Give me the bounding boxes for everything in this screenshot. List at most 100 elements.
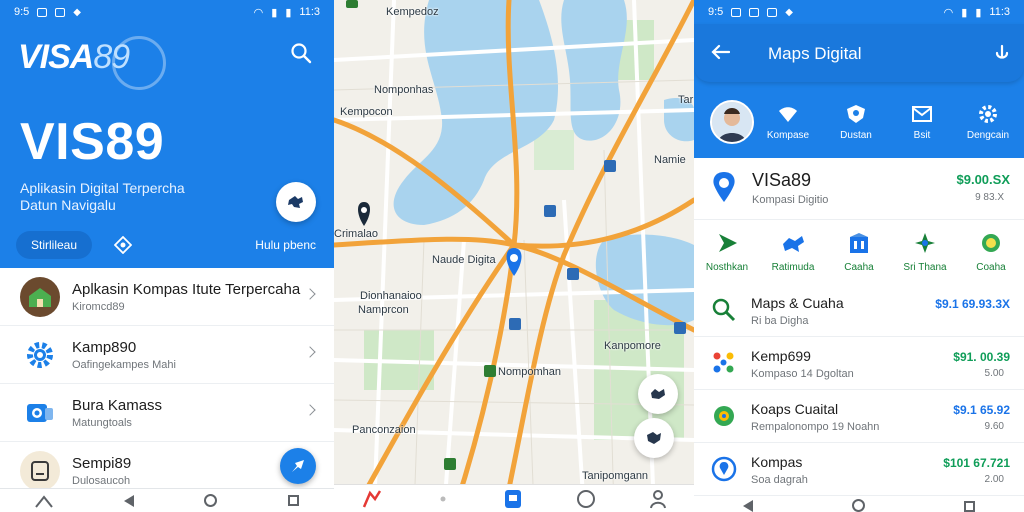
locate-icon bbox=[647, 432, 661, 444]
quick-action-label: Kompase bbox=[766, 130, 810, 141]
map-label: Nomponhas bbox=[374, 84, 434, 96]
system-nav-bar bbox=[0, 488, 334, 512]
person-icon[interactable] bbox=[649, 489, 667, 509]
star-compass-icon bbox=[915, 233, 935, 253]
category-label: Nosthkan bbox=[705, 262, 749, 273]
wifi-small-icon: ◆ bbox=[73, 6, 81, 18]
mic-icon[interactable] bbox=[994, 44, 1010, 64]
quick-action-bsit[interactable]: Bsit bbox=[892, 104, 952, 141]
mail-icon bbox=[912, 106, 932, 122]
item-subtitle: Oafingekampes Mahi bbox=[72, 358, 176, 371]
featured-place[interactable]: VISa89 Kompasi Digitio $9.00.SX 9 83.X bbox=[694, 158, 1024, 220]
house-icon bbox=[29, 287, 51, 307]
avatar bbox=[20, 393, 60, 433]
gear-icon bbox=[27, 341, 53, 368]
chevron-right-icon bbox=[304, 288, 316, 300]
map-label: Dionhanaioo bbox=[360, 290, 422, 302]
help-link[interactable]: Hulu pbenc bbox=[255, 238, 316, 252]
gear-icon bbox=[979, 105, 997, 123]
location-circle-icon bbox=[711, 456, 737, 482]
category-item[interactable]: Caaha bbox=[827, 226, 891, 286]
back-arrow-icon[interactable] bbox=[710, 44, 730, 60]
route-icon[interactable] bbox=[361, 489, 383, 509]
recents-icon[interactable] bbox=[963, 501, 975, 512]
category-label: Caaha bbox=[844, 262, 874, 273]
home-outline-icon[interactable] bbox=[35, 494, 54, 508]
shield-icon bbox=[847, 105, 865, 123]
wifi-icon bbox=[779, 107, 797, 122]
search-icon[interactable] bbox=[290, 42, 312, 64]
place-value: $9.00.SX bbox=[956, 172, 1011, 187]
avatar bbox=[20, 335, 60, 375]
row-title: Kompas bbox=[751, 454, 803, 470]
message-icon bbox=[55, 7, 66, 17]
category-item[interactable]: Ratimuda bbox=[761, 226, 825, 286]
dot-icon bbox=[440, 496, 446, 501]
category-item[interactable]: Sri Thana bbox=[893, 226, 957, 286]
page-title: Maps Digital bbox=[768, 44, 862, 63]
row-title: Kemp699 bbox=[751, 348, 811, 364]
list-item[interactable]: Kompas Soa dagrah $101 67.721 2.00 bbox=[694, 443, 1024, 496]
page-title: VIS89 bbox=[20, 113, 165, 171]
animal-icon bbox=[783, 236, 804, 252]
row-subtitle: Kompaso 14 Dgoltan bbox=[751, 368, 854, 380]
compass-icon[interactable] bbox=[114, 236, 132, 254]
document-icon bbox=[31, 460, 49, 481]
start-button[interactable]: Stirlileau bbox=[16, 231, 92, 259]
message-icon bbox=[749, 7, 760, 17]
map-label: Nompomhan bbox=[498, 366, 561, 378]
notification-icon bbox=[37, 7, 48, 17]
map-view[interactable]: Kempedoz Kempocon Namie Crimalao Naude D… bbox=[334, 0, 694, 512]
row-sub-value: 5.00 bbox=[984, 368, 1004, 379]
quick-action-kompase[interactable]: Kompase bbox=[758, 104, 818, 141]
results-list: Maps & Cuaha Ri ba Digha $9.1 69.93.3X K… bbox=[694, 284, 1024, 496]
item-title: Kamp890 bbox=[72, 338, 137, 356]
top-app-bar: Maps Digital bbox=[694, 24, 1024, 82]
list-item[interactable]: Bura Kamass Matungtoals bbox=[0, 384, 334, 442]
avatar bbox=[20, 276, 60, 317]
quick-action-settings[interactable]: Dengcain bbox=[958, 104, 1018, 141]
navigate-fab-button[interactable] bbox=[280, 448, 316, 484]
back-icon[interactable] bbox=[743, 500, 754, 512]
quick-action-label: Dengcain bbox=[966, 130, 1010, 141]
maps-digital-screen: 9:5 ◆ ◠ ▮ ▮ 11:3 Maps Digital Kompase Du… bbox=[694, 0, 1024, 512]
map-label: Kempocon bbox=[340, 106, 393, 118]
map-label: Namie bbox=[654, 154, 686, 166]
list-item[interactable]: Kemp699 Kompaso 14 Dgoltan $91. 00.39 5.… bbox=[694, 337, 1024, 390]
row-subtitle: Ri ba Digha bbox=[751, 315, 809, 327]
list-item[interactable]: Maps & Cuaha Ri ba Digha $9.1 69.93.3X bbox=[694, 284, 1024, 337]
list-item[interactable]: Aplkasin Kompas Itute Terpercaha Kiromcd… bbox=[0, 268, 334, 326]
row-subtitle: Rempalonompo 19 Noahn bbox=[751, 421, 880, 433]
status-time: 9:5 bbox=[14, 6, 30, 18]
status-bar: 9:5 ◆ ◠ ▮ ▮ 11:3 bbox=[694, 0, 1024, 24]
home-icon[interactable] bbox=[577, 489, 595, 508]
place-name: VISa89 bbox=[752, 170, 812, 190]
home-icon[interactable] bbox=[204, 494, 218, 507]
category-item[interactable]: Nosthkan bbox=[695, 226, 759, 286]
map-label: Kempedoz bbox=[386, 6, 439, 18]
back-icon[interactable] bbox=[123, 494, 134, 507]
brand-logo: VISA89 bbox=[18, 38, 130, 77]
app-home-screen: 9:5 ◆ ◠ ▮ ▮ 11:3 VISA89 VIS89 Aplikasin … bbox=[0, 0, 334, 512]
row-value: $9.1 65.92 bbox=[953, 403, 1010, 417]
home-icon[interactable] bbox=[851, 499, 865, 512]
row-title: Koaps Cuaital bbox=[751, 401, 839, 417]
avatar[interactable] bbox=[710, 100, 754, 144]
row-subtitle: Soa dagrah bbox=[751, 474, 808, 486]
layers-button[interactable] bbox=[638, 374, 678, 414]
category-label: Ratimuda bbox=[771, 262, 815, 273]
map-label: Panconzaion bbox=[352, 424, 416, 436]
quick-action-dustan[interactable]: Dustan bbox=[826, 104, 886, 141]
logo-number: 89 bbox=[93, 38, 130, 76]
home-header: 9:5 ◆ ◠ ▮ ▮ 11:3 VISA89 VIS89 Aplikasin … bbox=[0, 0, 334, 268]
list-item[interactable]: Koaps Cuaital Rempalonompo 19 Noahn $9.1… bbox=[694, 390, 1024, 443]
category-item[interactable]: Coaha bbox=[959, 226, 1023, 286]
bookmark-icon[interactable] bbox=[503, 488, 523, 510]
category-row: Nosthkan Ratimuda Caaha Sri Thana Coaha bbox=[694, 226, 1024, 286]
action-fab-button[interactable] bbox=[276, 182, 316, 222]
locate-button[interactable] bbox=[634, 418, 674, 458]
recents-icon[interactable] bbox=[287, 495, 299, 506]
wifi-small-icon: ◆ bbox=[785, 6, 793, 18]
location-pin-icon bbox=[713, 172, 735, 202]
list-item[interactable]: Kamp890 Oafingekampes Mahi bbox=[0, 326, 334, 384]
